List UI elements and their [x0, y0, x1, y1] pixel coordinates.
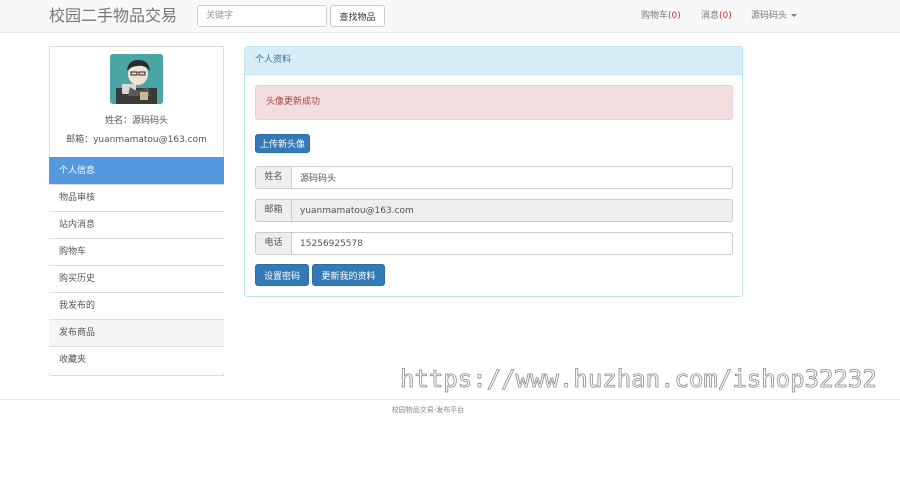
search-button[interactable]: 查找物品: [330, 5, 385, 27]
brand-title[interactable]: 校园二手物品交易: [49, 6, 177, 26]
sidebar-item-personal-info[interactable]: 个人信息: [49, 157, 224, 184]
email-input: [291, 199, 733, 222]
avatar: [110, 54, 163, 104]
profile-email: 邮箱：yuanmamatou@163.com: [66, 135, 207, 145]
nav-cart-link[interactable]: 购物车(0): [641, 10, 681, 22]
sidebar: 姓名：源码码头 邮箱：yuanmamatou@163.com 个人信息 物品审核…: [49, 46, 224, 376]
watermark-text: https://www.huzhan.com/ishop32232: [400, 365, 878, 394]
footer-divider: [0, 399, 900, 400]
user-menu-label: 源码码头: [751, 11, 788, 21]
sidebar-item-my-posts[interactable]: 我发布的: [49, 292, 224, 319]
caret-down-icon: [791, 14, 798, 17]
navbar: 校园二手物品交易 查找物品 购物车(0) 消息(0) 源码码头: [0, 0, 900, 33]
sidebar-item-messages[interactable]: 站内消息: [49, 211, 224, 238]
sidebar-item-favorites[interactable]: 收藏夹: [49, 346, 224, 373]
messages-count: (0): [719, 11, 732, 21]
update-profile-button[interactable]: 更新我的资料: [312, 264, 385, 286]
panel-heading: 个人资料: [245, 47, 742, 75]
nav-cart-label: 购物车: [641, 11, 669, 21]
name-input[interactable]: [291, 166, 733, 189]
phone-input[interactable]: [291, 232, 733, 255]
sidebar-item-purchase-history[interactable]: 购买历史: [49, 265, 224, 292]
footer-text: 校园物品交易-发布平台: [391, 406, 465, 414]
sidebar-item-item-review[interactable]: 物品审核: [49, 184, 224, 211]
email-label: 邮箱: [255, 199, 291, 222]
profile-panel: 个人资料 头像更新成功 上传新头像 姓名 邮箱 电话 设置密码 更新我的资料: [244, 46, 743, 297]
sidebar-menu: 个人信息 物品审核 站内消息 购物车 购买历史 我发布的 发布商品 收藏夹: [49, 157, 224, 373]
cart-count: (0): [668, 11, 681, 21]
phone-field-group: 电话: [255, 232, 733, 255]
name-field-group: 姓名: [255, 166, 733, 189]
phone-label: 电话: [255, 232, 291, 255]
sidebar-item-cart[interactable]: 购物车: [49, 238, 224, 265]
nav-messages-link[interactable]: 消息(0): [701, 10, 732, 22]
user-menu-dropdown[interactable]: 源码码头: [751, 10, 798, 22]
success-alert: 头像更新成功: [255, 85, 733, 120]
name-label: 姓名: [255, 166, 291, 189]
upload-avatar-button[interactable]: 上传新头像: [255, 134, 310, 153]
set-password-button[interactable]: 设置密码: [255, 264, 309, 286]
sidebar-item-publish[interactable]: 发布商品: [49, 319, 224, 346]
email-field-group: 邮箱: [255, 199, 733, 222]
nav-messages-label: 消息: [701, 11, 720, 21]
profile-name: 姓名：源码码头: [104, 116, 168, 126]
avatar-illustration-icon: [110, 54, 163, 104]
search-input[interactable]: [197, 5, 327, 27]
